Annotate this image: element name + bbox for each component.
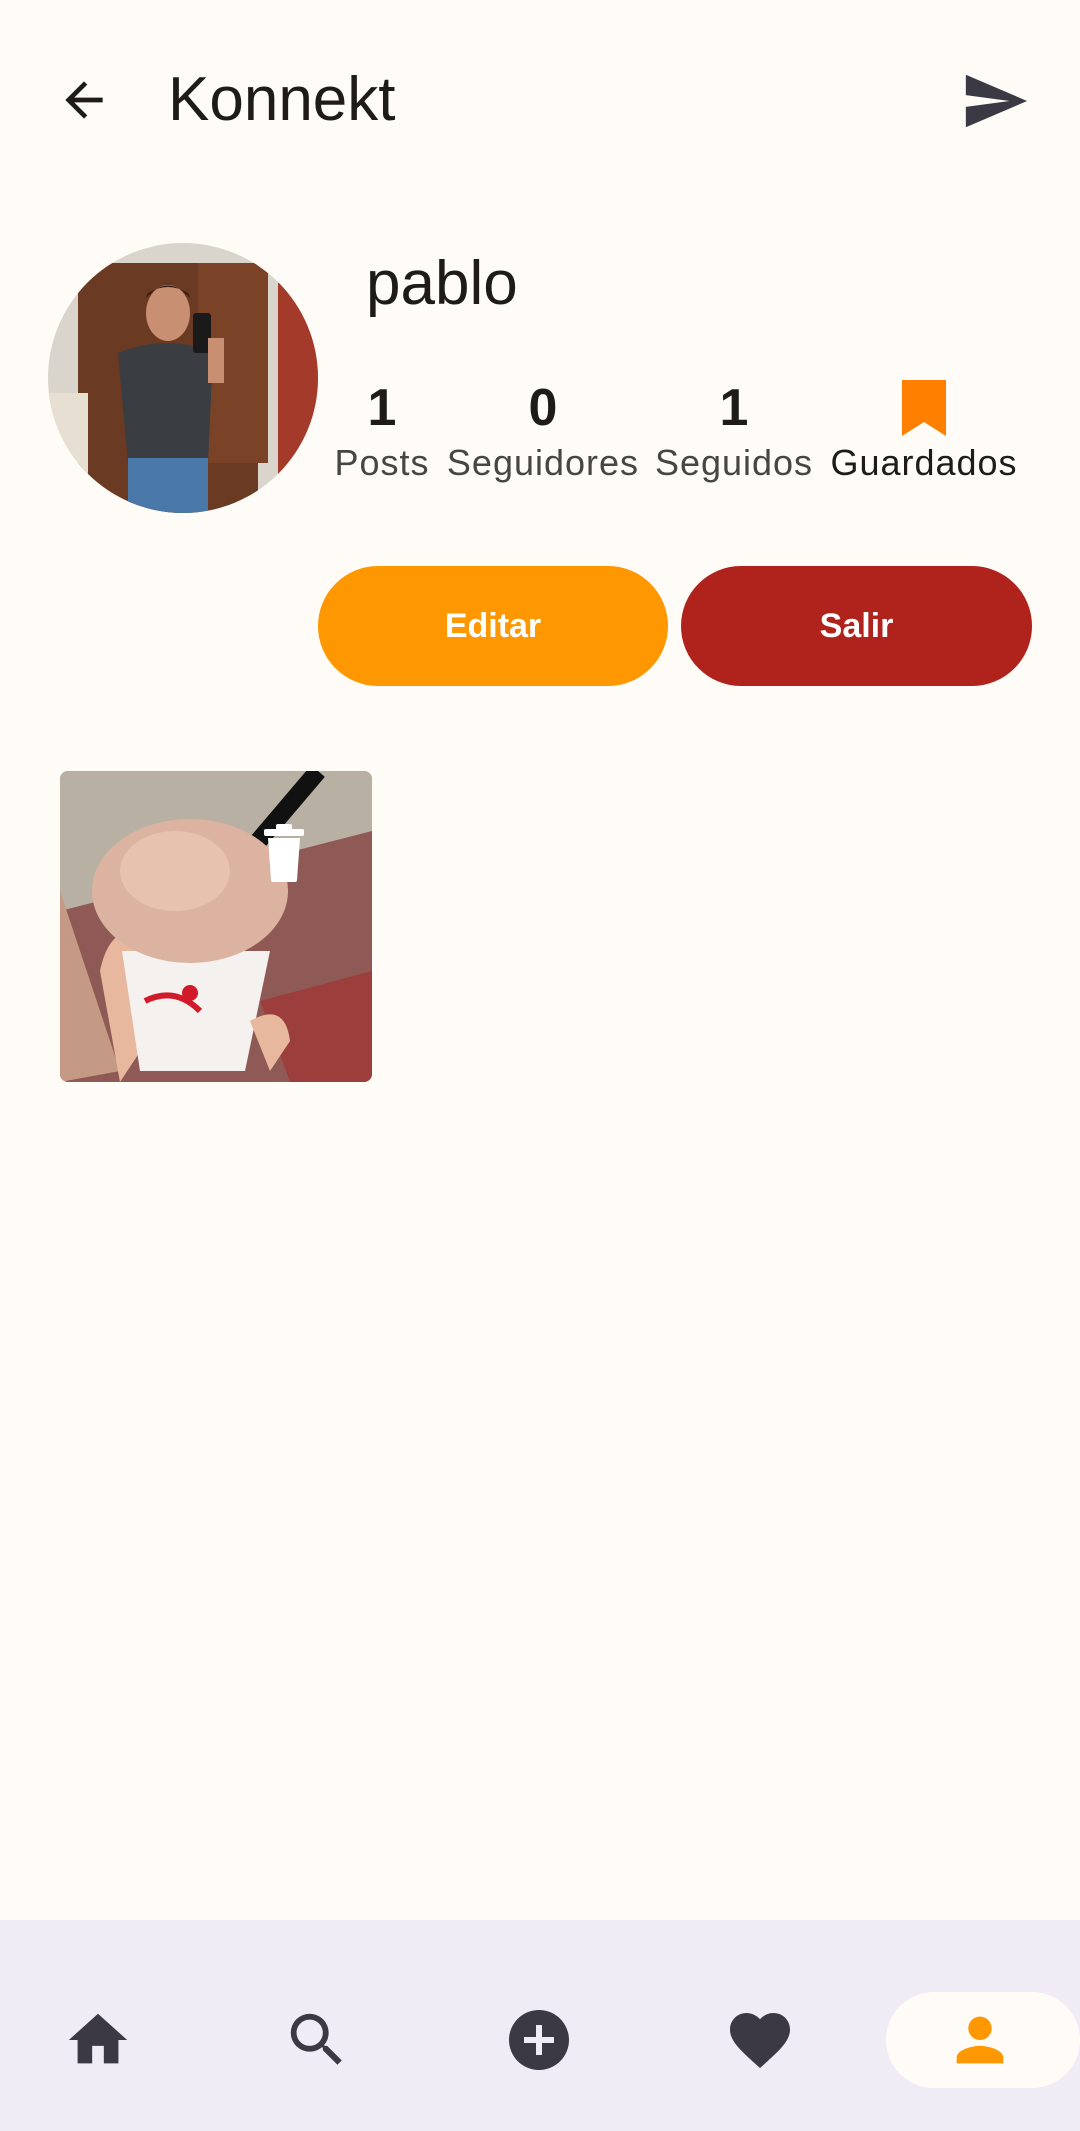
saved-button[interactable]: Guardados [824, 376, 1024, 486]
stat-following[interactable]: 1 Seguidos [634, 376, 834, 486]
post-thumbnail[interactable] [60, 771, 372, 1082]
person-icon [956, 2016, 1004, 2064]
nav-add-post[interactable] [499, 2000, 579, 2080]
profile-username: pablo [366, 249, 518, 318]
nav-home[interactable] [58, 2000, 138, 2080]
nav-favorites[interactable] [720, 2000, 800, 2080]
edit-profile-button[interactable]: Editar [318, 566, 668, 686]
logout-button[interactable]: Salir [681, 566, 1032, 686]
delete-post-trash-icon[interactable] [262, 824, 306, 882]
search-icon [290, 2013, 342, 2065]
add-circle-icon [509, 2010, 569, 2070]
top-app-bar: Konnekt [0, 0, 1080, 200]
avatar-photo [48, 243, 318, 513]
post-photo [60, 771, 372, 1082]
heart-icon [730, 2013, 790, 2069]
bookmark-icon [902, 380, 946, 436]
send-icon [965, 74, 1028, 128]
nav-search[interactable] [277, 2000, 357, 2080]
profile-avatar[interactable] [48, 243, 318, 513]
followers-label: Seguidores [446, 442, 640, 483]
followers-count: 0 [528, 379, 558, 437]
arrow-back-icon [65, 81, 103, 119]
send-button[interactable] [958, 64, 1032, 138]
home-icon [68, 2013, 128, 2064]
app-title: Konnekt [168, 65, 396, 134]
following-count: 1 [719, 379, 749, 437]
nav-profile[interactable] [940, 2000, 1020, 2080]
stat-followers[interactable]: 0 Seguidores [443, 376, 643, 486]
following-label: Seguidos [654, 442, 814, 483]
back-button[interactable] [52, 68, 116, 132]
saved-label: Guardados [830, 442, 1018, 483]
